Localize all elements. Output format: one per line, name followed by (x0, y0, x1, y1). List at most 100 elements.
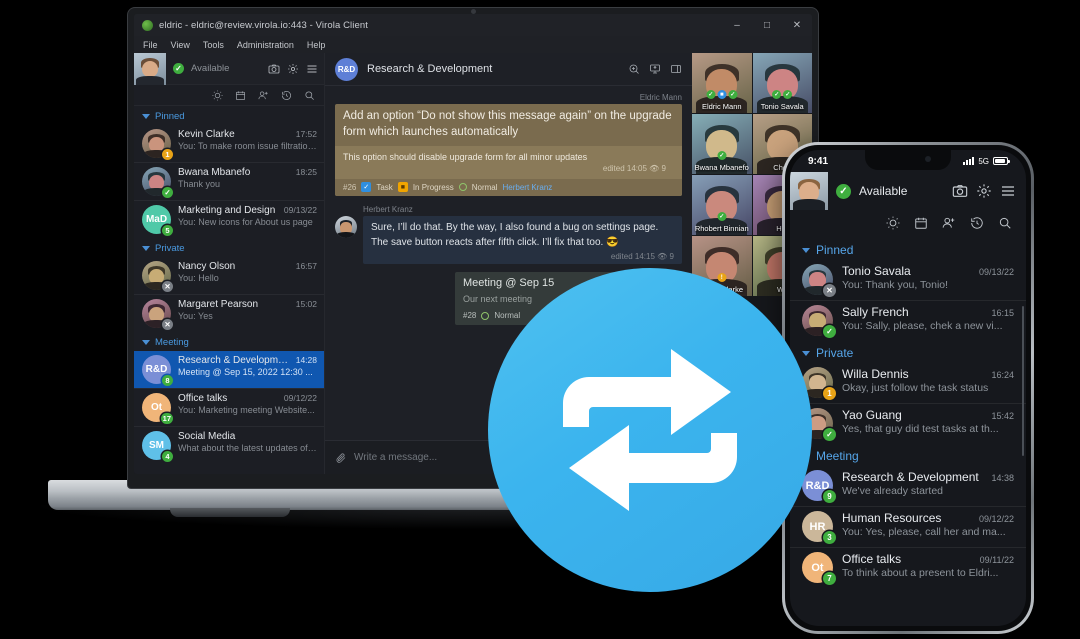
search-icon[interactable] (998, 216, 1012, 230)
history-icon[interactable] (970, 216, 984, 230)
conversation-body: Yao Guang 15:42 Yes, that guy did test tas… (842, 408, 1014, 435)
avatar[interactable]: R&D 8 (142, 355, 173, 386)
sun-icon[interactable] (212, 89, 223, 101)
avatar[interactable]: SM 4 (142, 431, 173, 462)
scrollbar[interactable] (1022, 306, 1024, 456)
contact-tile[interactable]: ✓ Rhobert Binnian (692, 175, 752, 235)
message-bubble[interactable]: Sure, I’ll do that. By the way, I also f… (363, 216, 682, 265)
conversation-item[interactable]: R&D 9 Research & Development 14:38 We've alr… (790, 466, 1026, 506)
avatar[interactable]: ✕ (142, 261, 173, 292)
conversation-preview: You: Sally, please, chek a new vi... (842, 320, 1003, 332)
avatar[interactable]: 1 (142, 129, 173, 160)
task-message-card[interactable]: Add an option “Do not show this message … (335, 104, 682, 197)
conversation-item[interactable]: MaD 5 Marketing and Design 09/13/22 You: New… (134, 200, 324, 238)
hamburger-icon[interactable] (306, 63, 318, 75)
phone-account-row[interactable]: ✓ Available (790, 172, 1026, 210)
network-label: 5G (978, 156, 989, 166)
menu-item-file[interactable]: File (143, 40, 158, 50)
avatar[interactable] (134, 52, 166, 85)
avatar[interactable]: Ot 17 (142, 393, 173, 424)
history-icon[interactable] (281, 90, 292, 101)
conversation-item[interactable]: ✓ Bwana Mbanefo 18:25 Thank you (134, 162, 324, 200)
unread-badge: 9 (823, 490, 836, 503)
conversation-name: Margaret Pearson (178, 299, 259, 310)
search-icon[interactable] (304, 90, 315, 101)
gear-icon[interactable] (287, 63, 299, 75)
attachment-icon[interactable] (335, 452, 347, 464)
conversation-item[interactable]: ✓ Yao Guang 15:42 Yes, that guy did test ta… (790, 403, 1026, 444)
menu-item-administration[interactable]: Administration (237, 40, 294, 50)
conversation-item[interactable]: ✕ Margaret Pearson 15:02 You: Yes (134, 294, 324, 332)
unread-badge: 7 (823, 572, 836, 585)
conversation-item[interactable]: ✕ Tonio Savala 09/13/22 You: Thank you, Ton… (790, 260, 1026, 300)
sun-icon[interactable] (886, 216, 900, 230)
avatar[interactable]: Ot 7 (802, 552, 836, 585)
screenshare-icon[interactable] (649, 63, 661, 75)
phone-conversation-list[interactable]: Pinned ✕ Tonio Savala 09/13/22 You: Thank yo… (790, 236, 1026, 626)
menu-bar: File View Tools Administration Help (134, 36, 812, 53)
conversation-body: Willa Dennis 16:24 Okay, just follow the t… (842, 367, 1014, 394)
conversation-preview: Yes, that guy did test tasks at th... (842, 423, 999, 435)
conversation-item[interactable]: HR 3 Human Resources 09/12/22 You: Yes, plea… (790, 506, 1026, 547)
menu-item-view[interactable]: View (171, 40, 190, 50)
avatar[interactable]: HR 3 (802, 511, 836, 544)
phone-group-header-private[interactable]: Private (790, 341, 1026, 363)
screenshot-icon[interactable] (628, 63, 640, 75)
avatar[interactable]: ✓ (802, 305, 836, 338)
calendar-icon[interactable] (235, 90, 246, 101)
hamburger-icon[interactable] (1000, 183, 1016, 199)
message-row: Sure, I’ll do that. By the way, I also f… (335, 216, 682, 265)
calendar-icon[interactable] (914, 216, 928, 230)
task-assignee[interactable]: Herbert Kranz (503, 183, 553, 192)
avatar[interactable] (335, 216, 357, 239)
group-header-pinned[interactable]: Pinned (134, 106, 324, 125)
contact-tile[interactable]: ✓ Bwana Mbanefo (692, 114, 752, 174)
gear-icon[interactable] (976, 183, 992, 199)
close-button[interactable]: ✕ (782, 14, 812, 36)
maximize-button[interactable]: □ (752, 14, 782, 36)
avatar[interactable]: ✕ (142, 299, 173, 330)
avatar[interactable] (790, 172, 828, 210)
conversation-name: Office talks (178, 393, 228, 404)
menu-item-help[interactable]: Help (307, 40, 326, 50)
avatar[interactable]: MaD 5 (142, 205, 173, 236)
avatar[interactable]: R&D 9 (802, 470, 836, 503)
conversation-time: 17:52 (295, 129, 317, 139)
group-header-private[interactable]: Private (134, 238, 324, 257)
contact-tile[interactable]: ✓ ✓ Tonio Savala (752, 53, 812, 113)
conversation-item[interactable]: ✓ Sally French 16:15 You: Sally, please, ch… (790, 300, 1026, 341)
conversation-item[interactable]: SM 4 Social Media What about the latest upd… (134, 426, 324, 464)
camera-icon[interactable] (952, 183, 968, 199)
avatar[interactable]: ✓ (142, 167, 173, 198)
conversation-item[interactable]: Ot 7 Office talks 09/11/22 To think about a … (790, 547, 1026, 588)
menu-item-tools[interactable]: Tools (203, 40, 224, 50)
conversation-body: Office talks 09/11/22 To think about a pre… (842, 552, 1014, 579)
status-label: Available (859, 184, 908, 198)
phone-group-header-meeting[interactable]: Meeting (790, 444, 1026, 466)
app-logo-icon (142, 19, 153, 31)
message-input-placeholder[interactable]: Write a message... (354, 452, 437, 463)
screenshot-root: eldric - eldric@review.virola.io:443 - V… (0, 0, 1080, 639)
unread-badge: ✓ (823, 325, 836, 338)
conversation-item[interactable]: ✕ Nancy Olson 16:57 You: Hello (134, 257, 324, 294)
conversation-time: 09/12/22 (283, 393, 317, 403)
conversation-item[interactable]: 1 Kevin Clarke 17:52 You: To make room issu… (134, 125, 324, 162)
conversation-item[interactable]: R&D 8 Research & Development 14:28 Meeting @… (134, 351, 324, 388)
panel-icon[interactable] (670, 63, 682, 75)
add-contact-icon[interactable] (942, 216, 956, 230)
add-contact-icon[interactable] (258, 90, 269, 101)
group-header-meeting[interactable]: Meeting (134, 332, 324, 351)
camera-icon[interactable] (268, 63, 280, 75)
unread-badge: ✕ (823, 284, 836, 297)
conversation-time: 18:25 (295, 167, 317, 177)
minimize-button[interactable]: – (722, 14, 752, 36)
conversation-body: Research & Development 14:28 Meeting @ Sep… (178, 355, 317, 377)
phone-group-header-pinned[interactable]: Pinned (790, 238, 1026, 260)
group-label: Private (155, 243, 185, 254)
conversation-item[interactable]: Ot 17 Office talks 09/12/22 You: Marketing m… (134, 388, 324, 426)
conversation-item[interactable]: 1 Willa Dennis 16:24 Okay, just follow the … (790, 363, 1026, 403)
account-row[interactable]: Available (134, 52, 324, 85)
contact-tile[interactable]: ✓ ■ ✓ Eldric Mann (692, 53, 752, 113)
conversation-list[interactable]: Pinned 1 Kevin Clarke 17:52 You: To make roo… (134, 106, 324, 474)
avatar[interactable]: ✕ (802, 264, 836, 297)
